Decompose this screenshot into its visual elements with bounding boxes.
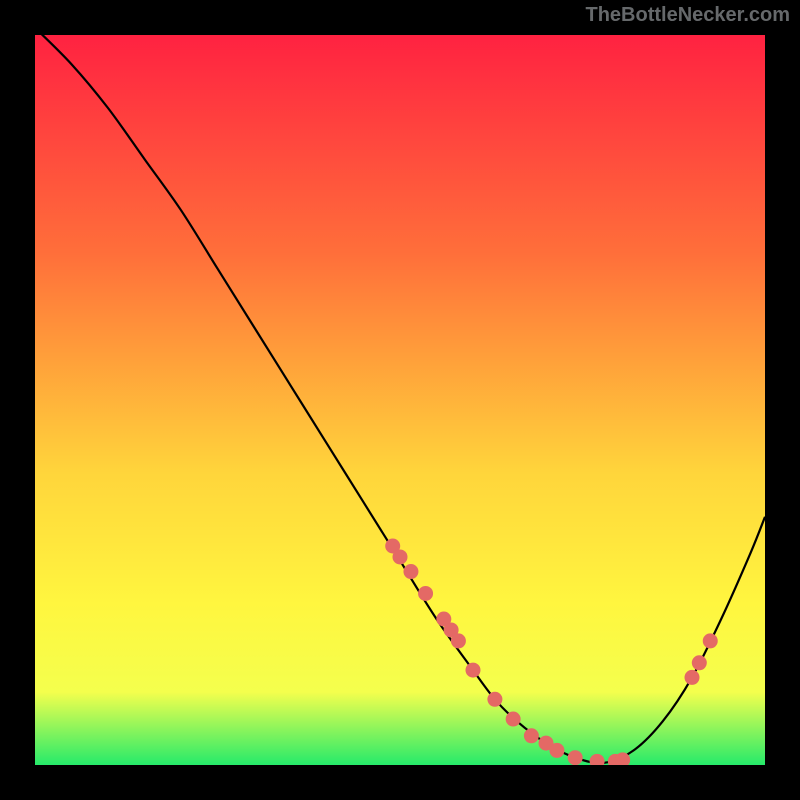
bottleneck-chart xyxy=(35,35,765,765)
data-marker xyxy=(703,633,718,648)
chart-container: TheBottleNecker.com xyxy=(0,0,800,800)
data-marker xyxy=(403,564,418,579)
data-marker xyxy=(418,586,433,601)
attribution-label: TheBottleNecker.com xyxy=(585,4,790,27)
data-marker xyxy=(466,663,481,678)
data-marker xyxy=(393,549,408,564)
data-marker xyxy=(487,692,502,707)
data-marker xyxy=(568,750,583,765)
data-marker xyxy=(549,743,564,758)
data-marker xyxy=(506,712,521,727)
data-marker xyxy=(685,670,700,685)
plot-area xyxy=(35,35,765,765)
data-marker xyxy=(451,633,466,648)
data-marker xyxy=(524,728,539,743)
gradient-background xyxy=(35,35,765,765)
data-marker xyxy=(692,655,707,670)
